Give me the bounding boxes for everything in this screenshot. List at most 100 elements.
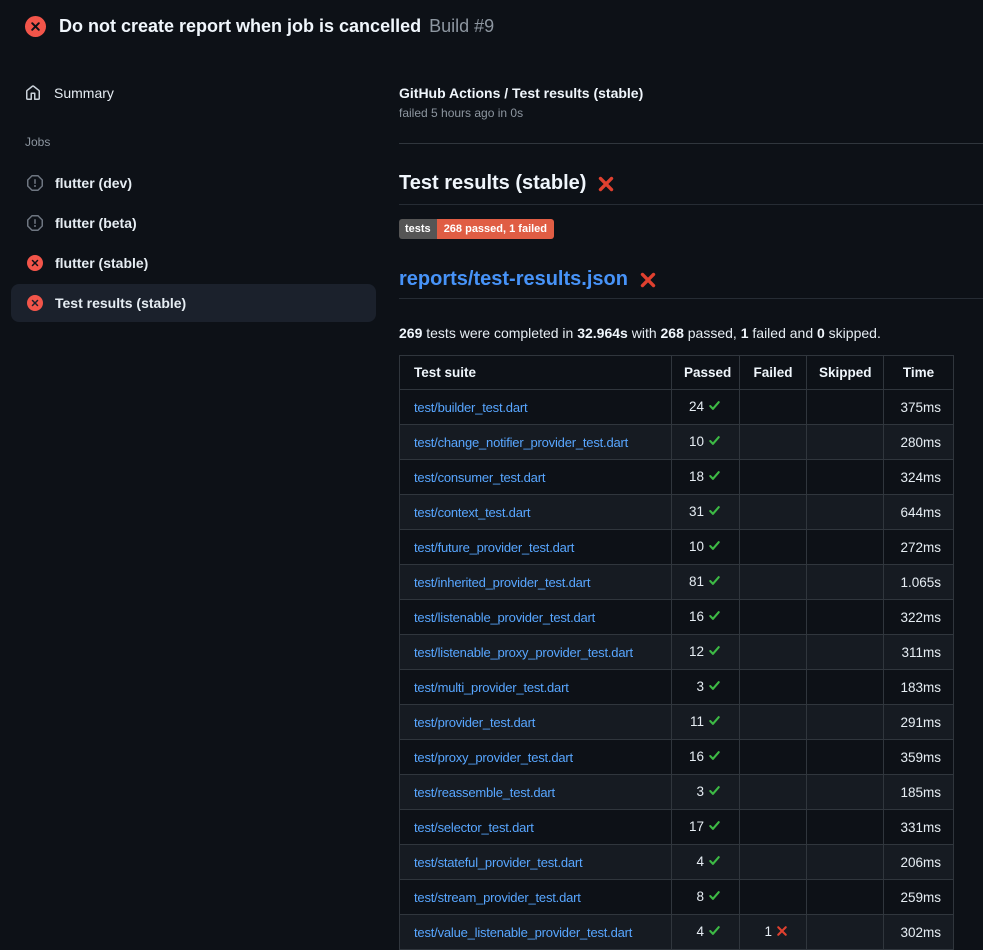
skipped-cell [807,530,884,565]
tests-badge: tests 268 passed, 1 failed [399,219,554,239]
passed-count: 11 [690,714,704,729]
sidebar-item-flutter-beta[interactable]: flutter (beta) [11,204,376,242]
test-suite-link[interactable]: test/inherited_provider_test.dart [414,575,590,590]
badge-label: tests [399,219,437,239]
passed-cell: 10 [672,425,740,460]
passed-cell: 8 [672,880,740,915]
results-tbody: test/builder_test.dart24375mstest/change… [400,390,954,950]
table-row: test/consumer_test.dart18324ms [400,460,954,495]
check-icon [708,818,721,837]
time-cell: 183ms [884,670,954,705]
check-icon [708,573,721,592]
time-cell: 291ms [884,705,954,740]
time-cell: 359ms [884,740,954,775]
check-icon [708,538,721,557]
check-icon [708,398,721,417]
test-suite-cell: test/multi_provider_test.dart [400,670,672,705]
build-number: Build #9 [429,16,494,36]
passed-cell: 11 [672,705,740,740]
summary-sentence: 269 tests were completed in 32.964s with… [399,323,983,343]
test-suite-cell: test/selector_test.dart [400,810,672,845]
skipped-cell [807,810,884,845]
test-suite-link[interactable]: test/change_notifier_provider_test.dart [414,435,628,450]
test-suite-link[interactable]: test/reassemble_test.dart [414,785,555,800]
check-icon [708,433,721,452]
test-suite-link[interactable]: test/proxy_provider_test.dart [414,750,573,765]
test-suite-link[interactable]: test/context_test.dart [414,505,530,520]
skipped-cell [807,635,884,670]
test-suite-link[interactable]: test/stream_provider_test.dart [414,890,581,905]
test-suite-link[interactable]: test/listenable_proxy_provider_test.dart [414,645,633,660]
skipped-cell [807,670,884,705]
table-row: test/value_listenable_provider_test.dart… [400,915,954,950]
table-row: test/inherited_provider_test.dart811.065… [400,565,954,600]
failed-cell [740,635,807,670]
passed-count: 81 [689,574,704,589]
report-file-link[interactable]: reports/test-results.json [399,267,628,292]
test-suite-link[interactable]: test/provider_test.dart [414,715,535,730]
breadcrumb: GitHub Actions / Test results (stable) [399,84,983,102]
passed-count: 31 [689,504,704,519]
failed-cell [740,460,807,495]
passed-cell: 4 [672,845,740,880]
stop-icon [27,175,43,191]
test-suite-cell: test/reassemble_test.dart [400,775,672,810]
test-suite-cell: test/change_notifier_provider_test.dart [400,425,672,460]
table-row: test/change_notifier_provider_test.dart 1… [400,425,954,460]
passed-count: 18 [689,469,704,484]
test-suite-link[interactable]: test/consumer_test.dart [414,470,545,485]
test-suite-link[interactable]: test/listenable_provider_test.dart [414,610,595,625]
jobs-section-label: Jobs [0,135,387,149]
time-cell: 644ms [884,495,954,530]
failed-cell [740,740,807,775]
skipped-cell [807,425,884,460]
failed-cell [740,705,807,740]
time-cell: 302ms [884,915,954,950]
job-list: flutter (dev) flutter (beta) flutter (stab… [0,164,387,322]
x-circle-icon [27,295,43,311]
passed-cell: 10 [672,530,740,565]
sidebar-item-flutter-stable[interactable]: flutter (stable) [11,244,376,282]
time-cell: 311ms [884,635,954,670]
skipped-cell [807,740,884,775]
results-table: Test suite Passed Failed Skipped Time te… [399,355,954,950]
skipped-cell [807,460,884,495]
passed-count: 16 [689,609,704,624]
skipped-cell [807,915,884,950]
stop-icon [27,215,43,231]
passed-cell: 16 [672,600,740,635]
failed-cell: 1 [740,915,807,950]
job-item-label: flutter (beta) [55,215,137,231]
app-window: Do not create report when job is cancell… [0,0,983,950]
summary-part: failed and [749,325,818,341]
skipped-cell [807,495,884,530]
test-suite-link[interactable]: test/stateful_provider_test.dart [414,855,582,870]
col-header-failed: Failed [740,356,807,390]
test-suite-cell: test/stateful_provider_test.dart [400,845,672,880]
test-suite-link[interactable]: test/future_provider_test.dart [414,540,574,555]
passed-count: 4 [696,924,704,939]
skipped-cell [807,390,884,425]
time-cell: 280ms [884,425,954,460]
test-suite-link[interactable]: test/multi_provider_test.dart [414,680,569,695]
failed-cell [740,530,807,565]
test-suite-link[interactable]: test/builder_test.dart [414,400,527,415]
sidebar-item-flutter-dev[interactable]: flutter (dev) [11,164,376,202]
passed-count: 12 [689,644,704,659]
failed-cell [740,670,807,705]
report-file-row: reports/test-results.json [399,267,983,299]
test-suite-link[interactable]: test/value_listenable_provider_test.dart [414,925,632,940]
failed-count: 1 [764,924,772,939]
passed-count: 4 [696,854,704,869]
test-suite-cell: test/builder_test.dart [400,390,672,425]
failed-cell [740,600,807,635]
cross-mark-icon [597,175,615,193]
test-suite-link[interactable]: test/selector_test.dart [414,820,534,835]
summary-label: Summary [54,85,114,101]
summary-part: 269 [399,325,422,341]
sidebar-item-test-results-stable[interactable]: Test results (stable) [11,284,376,322]
failed-cell [740,845,807,880]
failed-cell [740,810,807,845]
sidebar-item-summary[interactable]: Summary [0,80,387,106]
col-header-time: Time [884,356,954,390]
